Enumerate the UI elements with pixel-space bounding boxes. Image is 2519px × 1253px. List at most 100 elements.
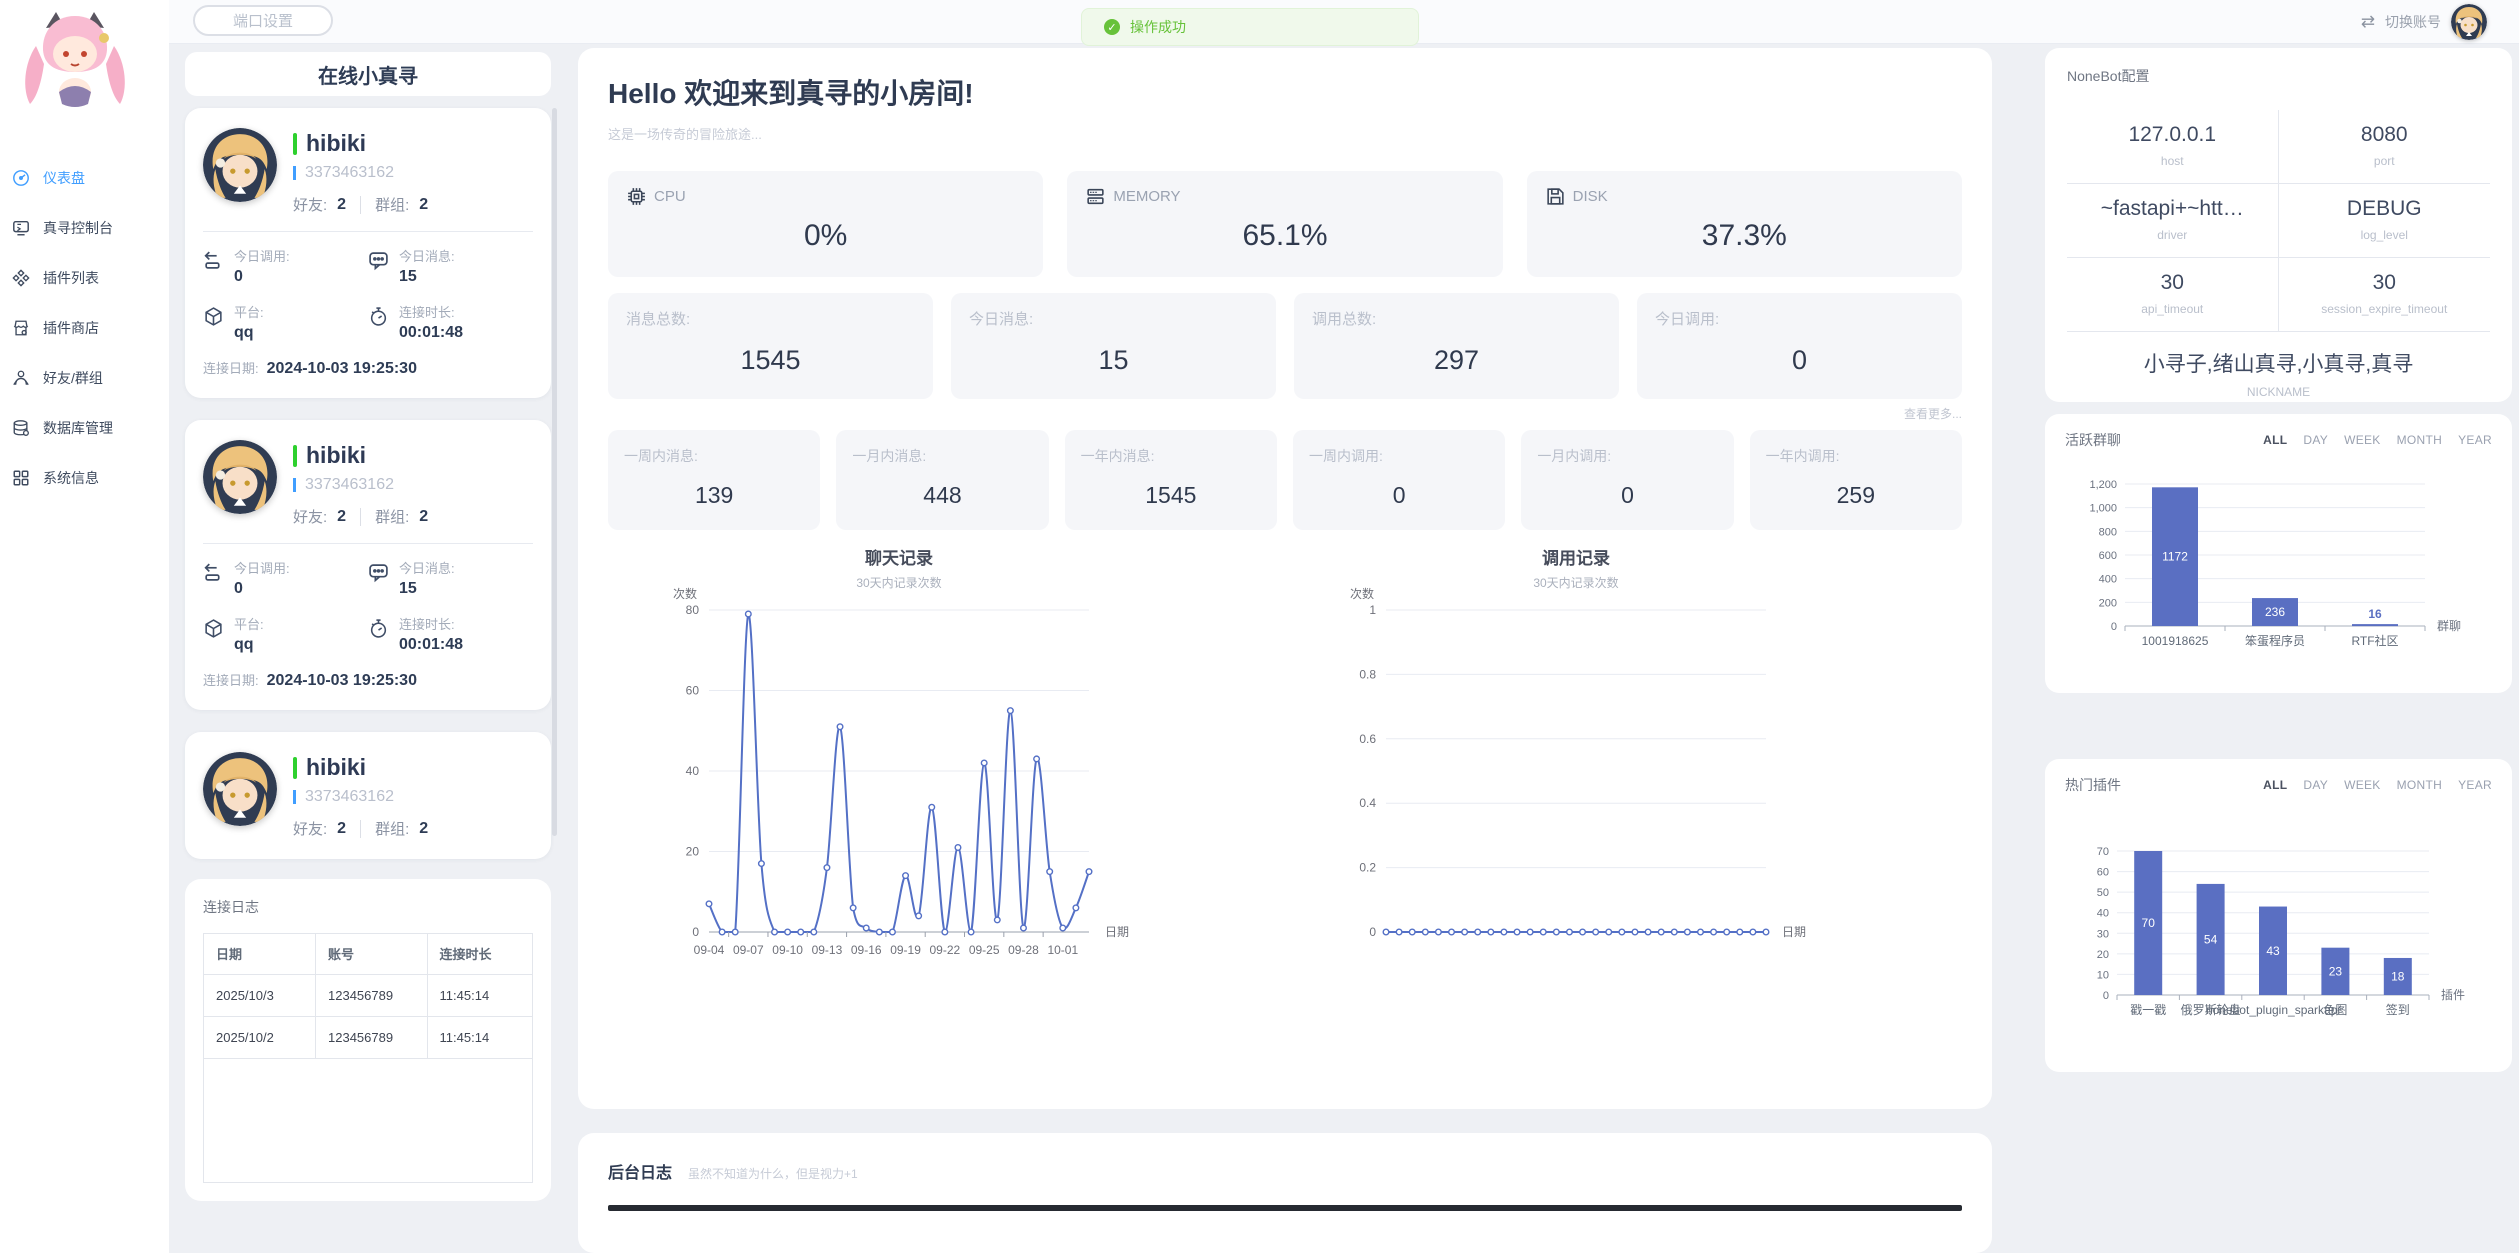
hot-plugins-card: 热门插件 ALL DAY WEEK MONTH YEAR 01020304050…: [2045, 759, 2512, 1072]
bot-avatar: [203, 440, 277, 514]
week-calls-card: 一周内调用: 0: [1293, 430, 1505, 530]
bot-card[interactable]: hibiki 3373463162 好友: 2 群组: 2 今日调用: 0: [185, 108, 551, 398]
tab-year[interactable]: YEAR: [2458, 778, 2492, 792]
bot-id: 3373463162: [305, 164, 394, 182]
svg-text:0.6: 0.6: [1359, 732, 1376, 746]
svg-text:日期: 日期: [1782, 925, 1806, 939]
bot-card[interactable]: hibiki 3373463162 好友: 2 群组: 2: [185, 732, 551, 859]
user-avatar[interactable]: [2451, 4, 2487, 40]
stat-value: 0: [1309, 482, 1489, 509]
svg-text:1,000: 1,000: [2089, 503, 2117, 515]
bot-list-scrollbar[interactable]: [552, 108, 557, 836]
memory-icon: [1085, 186, 1106, 207]
month-calls-card: 一月内调用: 0: [1521, 430, 1733, 530]
platform-cube-icon: [203, 306, 224, 327]
tab-day[interactable]: DAY: [2303, 433, 2328, 447]
svg-text:70: 70: [2097, 846, 2109, 858]
sidebar-item-console[interactable]: 真寻控制台: [0, 203, 169, 253]
sidebar-item-dashboard[interactable]: 仪表盘: [0, 153, 169, 203]
svg-text:1,200: 1,200: [2089, 479, 2117, 491]
svg-text:0: 0: [2103, 990, 2109, 1002]
log-cell: 123456789: [316, 974, 428, 1016]
friends-count: 2: [337, 820, 346, 838]
config-value: 30: [2283, 271, 2487, 295]
svg-text:18: 18: [2391, 969, 2405, 983]
connection-log-table: 日期 账号 连接时长 2025/10/3 123456789 11:45:14 …: [204, 934, 532, 1059]
tab-week[interactable]: WEEK: [2344, 778, 2381, 792]
svg-text:600: 600: [2099, 550, 2117, 562]
timer-icon: [368, 306, 389, 327]
sidebar-item-plugin-list[interactable]: 插件列表: [0, 253, 169, 303]
svg-text:1: 1: [1369, 603, 1376, 617]
bot-card[interactable]: hibiki 3373463162 好友: 2 群组: 2 今日调用: 0: [185, 420, 551, 710]
svg-text:09-25: 09-25: [968, 943, 999, 957]
stat-label: 今日调用:: [234, 246, 290, 265]
svg-text:次数: 次数: [673, 586, 697, 601]
stat-value: 297: [1312, 345, 1601, 376]
config-label: NICKNAME: [2067, 385, 2490, 399]
svg-text:调用记录: 调用记录: [1542, 549, 1610, 568]
id-bar: [293, 166, 296, 180]
connection-log-title: 连接日志: [203, 897, 533, 917]
sidebar-item-friends-groups[interactable]: 好友/群组: [0, 353, 169, 403]
config-label: host: [2071, 154, 2274, 168]
stat-label: 连接时长:: [399, 614, 463, 633]
svg-text:30: 30: [2097, 928, 2109, 940]
disk-card: DISK 37.3%: [1527, 171, 1962, 277]
view-more-link[interactable]: 查看更多...: [608, 405, 1962, 422]
year-messages-card: 一年内消息: 1545: [1065, 430, 1277, 530]
bot-avatar: [203, 128, 277, 202]
port-settings-button[interactable]: 端口设置: [193, 5, 333, 36]
tab-all[interactable]: ALL: [2263, 433, 2287, 447]
stat-value: 448: [852, 482, 1032, 509]
sidebar-item-label: 仪表盘: [43, 168, 85, 188]
cpu-card: CPU 0%: [608, 171, 1043, 277]
log-header-account: 账号: [316, 934, 428, 974]
tab-month[interactable]: MONTH: [2397, 778, 2443, 792]
log-console[interactable]: [608, 1205, 1962, 1211]
switch-account-button[interactable]: ⇄ 切换账号: [2361, 0, 2487, 44]
tab-day[interactable]: DAY: [2303, 778, 2328, 792]
config-value: 8080: [2283, 123, 2487, 147]
config-label: session_expire_timeout: [2283, 302, 2487, 316]
svg-text:43: 43: [2266, 944, 2280, 958]
stat-value: 0: [1537, 482, 1717, 509]
svg-text:40: 40: [685, 764, 699, 778]
online-status-bar: [293, 757, 297, 779]
tab-month[interactable]: MONTH: [2397, 433, 2443, 447]
svg-text:09-13: 09-13: [811, 943, 842, 957]
stat-value: 259: [1766, 482, 1946, 509]
svg-text:200: 200: [2099, 597, 2117, 609]
backend-log-card: 后台日志 虽然不知道为什么，但是视力+1: [578, 1133, 1992, 1253]
sidebar-item-system-info[interactable]: 系统信息: [0, 453, 169, 503]
bot-name: hibiki: [306, 130, 366, 157]
log-cell: 2025/10/2: [204, 1016, 316, 1058]
online-status-bar: [293, 445, 297, 467]
year-calls-card: 一年内调用: 259: [1750, 430, 1962, 530]
stat-value: 139: [624, 482, 804, 509]
active-groups-chart[interactable]: 02004006008001,0001,20011721001918625236…: [2065, 454, 2492, 669]
svg-text:23: 23: [2329, 964, 2343, 978]
bot-name: hibiki: [306, 442, 366, 469]
hot-plugins-chart[interactable]: 01020304050607070戳一戳54俄罗斯轮盘43nonebot_plu…: [2065, 799, 2492, 1056]
config-label: log_level: [2283, 228, 2487, 242]
svg-text:09-10: 09-10: [772, 943, 803, 957]
stat-value: qq: [234, 636, 264, 654]
call-history-chart[interactable]: 调用记录30天内记录次数次数00.20.40.60.81日期: [1294, 540, 1954, 975]
config-label: driver: [2071, 228, 2274, 242]
tab-all[interactable]: ALL: [2263, 778, 2287, 792]
stat-label: 平台:: [234, 614, 264, 633]
sidebar-item-label: 系统信息: [43, 468, 99, 488]
system-info-icon: [12, 469, 30, 487]
total-calls-card: 调用总数: 297: [1294, 293, 1619, 399]
tab-week[interactable]: WEEK: [2344, 433, 2381, 447]
tab-year[interactable]: YEAR: [2458, 433, 2492, 447]
svg-text:0: 0: [692, 925, 699, 939]
sidebar-item-plugin-shop[interactable]: 插件商店: [0, 303, 169, 353]
sidebar-item-database[interactable]: 数据库管理: [0, 403, 169, 453]
chat-history-chart[interactable]: 聊天记录30天内记录次数次数02040608009-0409-0709-1009…: [617, 540, 1277, 975]
bot-avatar-image: [203, 440, 277, 514]
svg-text:09-07: 09-07: [732, 943, 763, 957]
active-groups-card: 活跃群聊 ALL DAY WEEK MONTH YEAR 02004006008…: [2045, 414, 2512, 693]
stat-label: 一月内调用:: [1537, 446, 1717, 466]
